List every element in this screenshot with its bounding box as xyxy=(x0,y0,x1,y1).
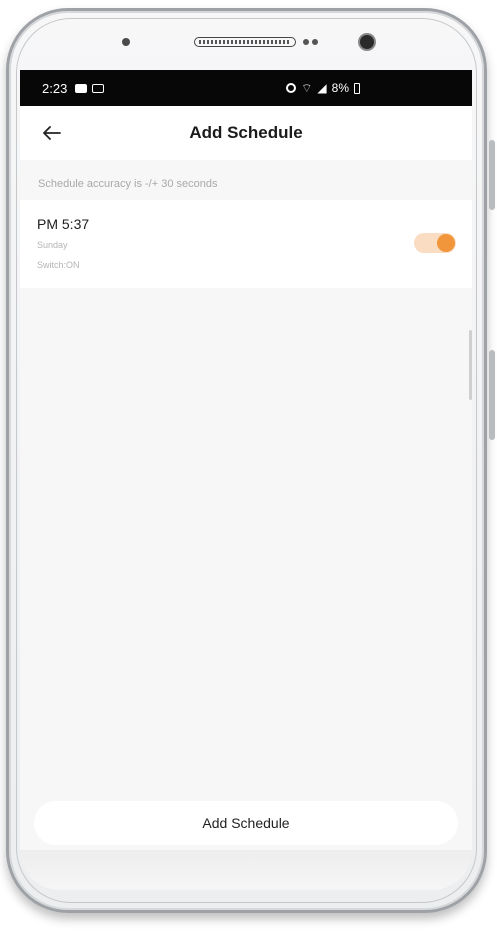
page-title: Add Schedule xyxy=(189,123,303,142)
alarm-icon xyxy=(286,83,297,93)
schedule-toggle[interactable] xyxy=(414,233,456,253)
front-camera xyxy=(360,35,374,49)
sensor-dots xyxy=(303,39,318,45)
phone-chin xyxy=(20,850,472,890)
earpiece-speaker xyxy=(194,37,296,47)
screen: 2:23 ⌔ ◢ 8% Add Schedule Schedule accura… xyxy=(20,70,472,850)
schedule-day: Sunday xyxy=(37,240,68,250)
status-icons: ⌔ ◢ 8% xyxy=(286,81,360,95)
youtube-notification-icon xyxy=(75,83,88,93)
status-time: 2:23 xyxy=(42,80,68,96)
battery-icon xyxy=(354,82,360,94)
status-bar: 2:23 ⌔ ◢ 8% xyxy=(20,70,472,106)
gallery-notification-icon xyxy=(92,83,105,93)
arrow-left-icon xyxy=(43,126,61,140)
side-button xyxy=(489,350,495,440)
signal-icon: ◢ xyxy=(317,81,327,95)
back-button[interactable] xyxy=(38,120,66,146)
proximity-sensor-dot xyxy=(122,38,130,46)
header-bar: Add Schedule xyxy=(20,106,472,160)
wifi-icon: ⌔ xyxy=(301,81,313,95)
schedule-item[interactable]: PM 5:37 Sunday Switch:ON xyxy=(20,200,472,288)
scroll-indicator xyxy=(469,330,472,400)
accuracy-note: Schedule accuracy is -/+ 30 seconds xyxy=(38,178,218,190)
toggle-knob xyxy=(437,234,455,252)
stage: 2:23 ⌔ ◢ 8% Add Schedule Schedule accura… xyxy=(0,0,497,935)
side-button xyxy=(489,140,495,210)
add-schedule-button[interactable]: Add Schedule xyxy=(34,801,458,845)
battery-percent: 8% xyxy=(331,81,349,95)
schedule-time: PM 5:37 xyxy=(37,216,90,232)
schedule-switch-state: Switch:ON xyxy=(37,260,80,270)
